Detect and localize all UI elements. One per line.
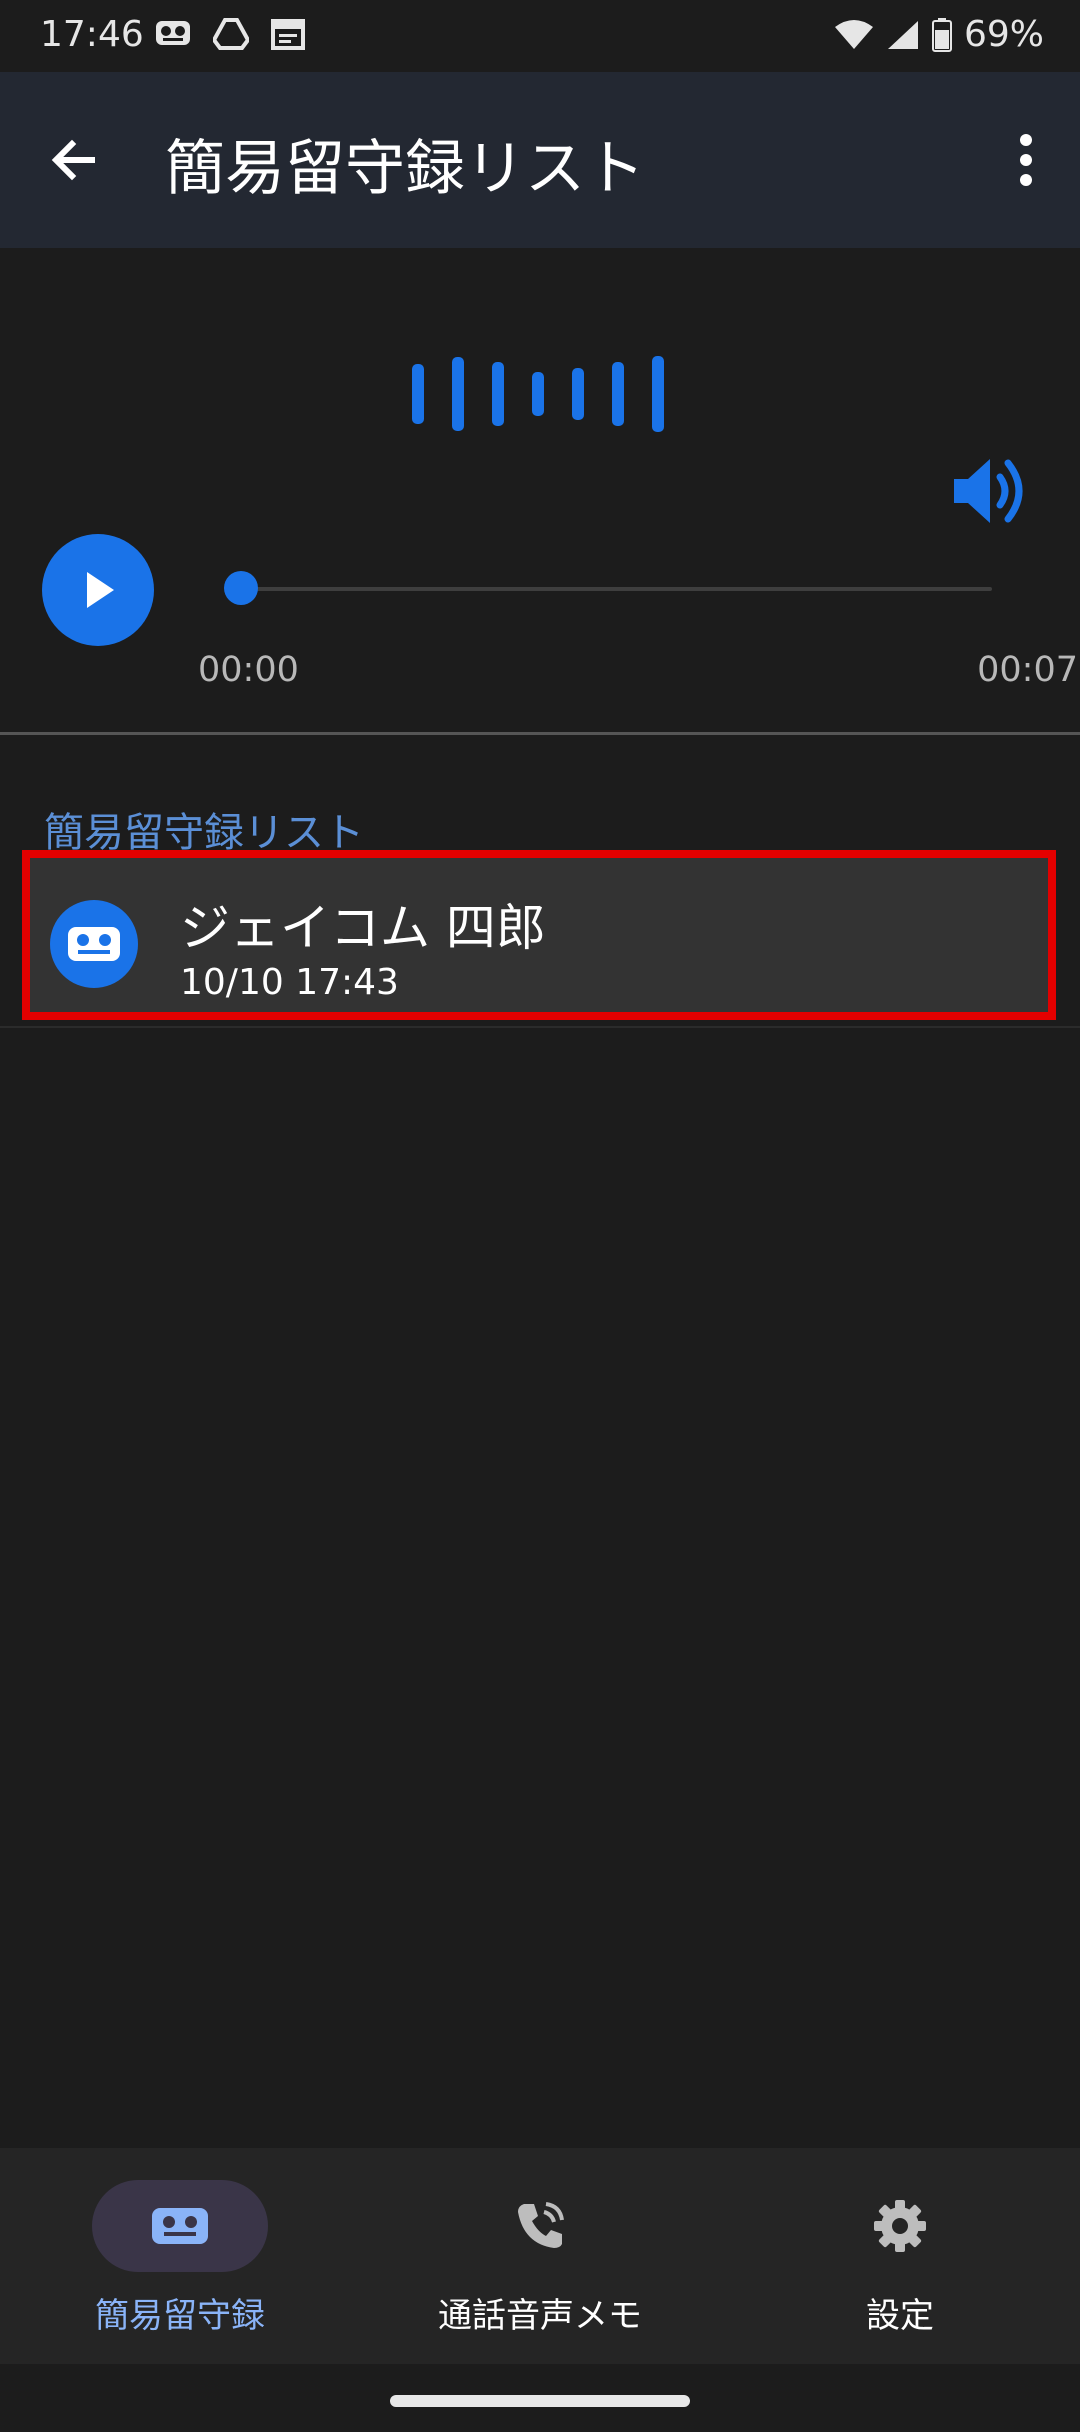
seek-bar[interactable]	[240, 587, 992, 591]
back-button[interactable]	[40, 128, 116, 192]
voicemail-icon	[152, 2208, 208, 2244]
app-bar: 簡易留守録リスト	[0, 72, 1080, 248]
nav-item-settings[interactable]: 設定	[720, 2148, 1080, 2364]
arrow-back-icon	[51, 139, 95, 181]
wifi-icon	[834, 19, 873, 49]
status-bar: 17:46 69%	[0, 0, 1080, 72]
phone-call-icon	[518, 2202, 564, 2248]
seek-thumb[interactable]	[224, 571, 258, 605]
nav-label: 簡易留守録	[95, 2296, 265, 2336]
voicemail-icon	[68, 927, 120, 961]
nav-label: 通話音声メモ	[438, 2296, 642, 2336]
battery-icon	[931, 17, 952, 52]
caller-name: ジェイコム 四郎	[180, 899, 546, 957]
more-options-button[interactable]	[998, 124, 1054, 196]
home-indicator[interactable]	[390, 2395, 690, 2407]
avatar	[50, 900, 138, 988]
divider	[0, 1026, 1080, 1028]
nav-icon-container	[812, 2180, 988, 2272]
volume-button[interactable]	[950, 453, 1032, 529]
nav-item-call-memo[interactable]: 通話音声メモ	[360, 2148, 720, 2364]
nav-item-voicemail[interactable]: 簡易留守録	[0, 2148, 360, 2364]
play-button[interactable]	[42, 534, 154, 646]
recording-date: 10/10 17:43	[180, 962, 399, 1003]
nav-active-indicator	[92, 2180, 268, 2272]
waveform-icon	[412, 356, 664, 432]
page-title: 簡易留守録リスト	[165, 134, 645, 204]
more-vert-icon	[1020, 134, 1032, 186]
notification-icons	[155, 18, 305, 50]
battery-percent: 69%	[963, 14, 1044, 55]
list-item[interactable]: ジェイコム 四郎 10/10 17:43	[22, 850, 1056, 1020]
system-status: 69%	[834, 14, 1044, 55]
gear-icon	[874, 2200, 926, 2252]
nav-label: 設定	[866, 2296, 934, 2336]
nav-icon-container	[452, 2180, 628, 2272]
voicemail-icon	[156, 21, 190, 45]
total-time: 00:07	[977, 650, 1078, 690]
volume-up-icon	[954, 459, 1023, 523]
play-icon	[87, 572, 114, 608]
status-time: 17:46	[40, 14, 144, 55]
drive-icon	[213, 18, 249, 50]
bottom-navigation: 簡易留守録 通話音声メモ 設定	[0, 2148, 1080, 2364]
audio-player: 00:00 00:07	[0, 248, 1080, 733]
current-time: 00:00	[198, 650, 299, 690]
calendar-icon	[271, 19, 305, 50]
cell-signal-icon	[887, 20, 918, 49]
divider	[0, 732, 1080, 735]
